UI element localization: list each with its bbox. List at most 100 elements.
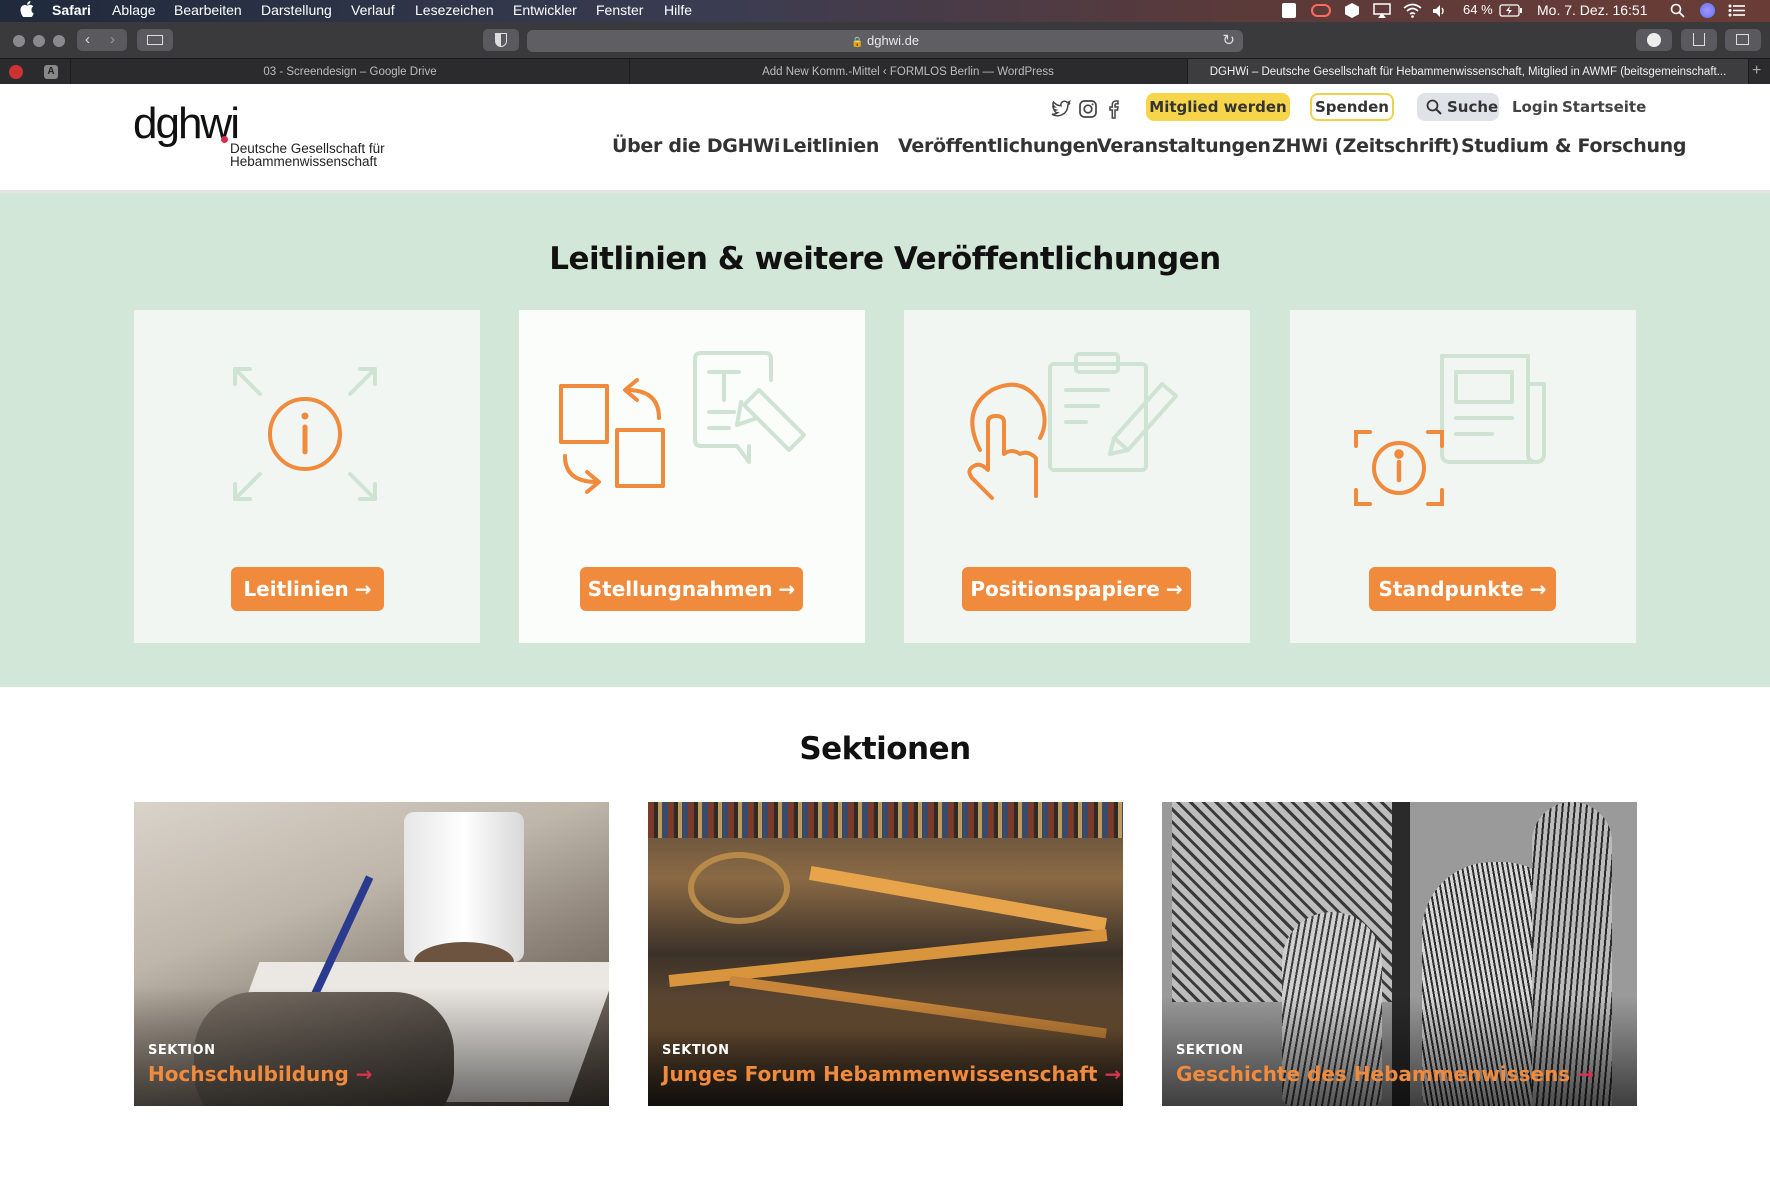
card-standpunkte[interactable]: Standpunkte →	[1290, 310, 1636, 643]
nav-study-research[interactable]: Studium & Forschung	[1461, 135, 1687, 157]
section-kicker: SEKTION	[662, 1043, 730, 1058]
section-title-text: Junges Forum Hebammenwissenschaft	[662, 1062, 1098, 1086]
volume-icon[interactable]	[1432, 4, 1448, 18]
publications-section: Leitlinien & weitere Veröffentlichungen …	[0, 193, 1770, 687]
photo-bookshelves	[648, 802, 1123, 838]
app-status-icon[interactable]	[1282, 3, 1296, 18]
section-title-geschichte: Geschichte des Hebammenwissens →	[1176, 1062, 1594, 1086]
menubar-clock[interactable]: Mo. 7. Dez. 16:51	[1537, 2, 1648, 18]
photo-mug	[404, 812, 524, 962]
shield-icon	[495, 33, 507, 47]
menu-bearbeiten[interactable]: Bearbeiten	[174, 2, 242, 18]
chevron-left-icon[interactable]: ‹	[85, 31, 90, 48]
stellungnahmen-button-label: Stellungnahmen	[587, 577, 773, 601]
nav-publications[interactable]: Veröffentlichungen	[898, 135, 1099, 157]
arrow-right-icon: →	[778, 577, 796, 601]
back-forward-buttons[interactable]: ‹ ›	[77, 29, 127, 51]
browser-tab-bar: A 03 - Screendesign – Google Drive Add N…	[0, 58, 1770, 85]
section-title-text: Hochschulbildung	[148, 1062, 349, 1086]
nav-about[interactable]: Über die DGHWi	[612, 135, 780, 157]
menu-ablage[interactable]: Ablage	[112, 2, 156, 18]
nav-events[interactable]: Veranstaltungen	[1097, 135, 1271, 157]
pinned-tab-icon[interactable]	[9, 65, 23, 79]
airplay-icon[interactable]	[1373, 3, 1391, 18]
tab-overview-button[interactable]	[1725, 29, 1761, 51]
twitter-icon[interactable]	[1051, 100, 1071, 118]
menu-verlauf[interactable]: Verlauf	[351, 2, 395, 18]
info-expand-icon	[233, 367, 377, 501]
member-button[interactable]: Mitglied werden	[1146, 93, 1290, 121]
reload-icon[interactable]: ↻	[1222, 30, 1235, 52]
share-button[interactable]	[1681, 29, 1717, 51]
battery-icon[interactable]	[1499, 4, 1523, 17]
stellungnahmen-button[interactable]: Stellungnahmen →	[580, 567, 803, 611]
downloads-button[interactable]	[1636, 29, 1672, 51]
browser-tab-3-active[interactable]: DGHWi – Deutsche Gesellschaft für Hebamm…	[1188, 59, 1749, 85]
newspaper-info-icon	[1354, 354, 1546, 506]
macos-menubar: Safari Ablage Bearbeiten Darstellung Ver…	[0, 0, 1770, 22]
login-link[interactable]: Login	[1512, 98, 1558, 116]
menu-entwickler[interactable]: Entwickler	[513, 2, 577, 18]
facebook-icon[interactable]	[1107, 99, 1119, 119]
share-icon	[1693, 33, 1705, 46]
arrow-right-icon: →	[355, 1062, 373, 1086]
control-center-icon[interactable]	[1728, 4, 1745, 17]
sidebar-toggle-button[interactable]	[137, 29, 173, 51]
sections-title: Sektionen	[799, 731, 971, 767]
home-link[interactable]: Startseite	[1562, 98, 1646, 116]
menu-lesezeichen[interactable]: Lesezeichen	[415, 2, 494, 18]
wifi-icon[interactable]	[1403, 3, 1422, 18]
donate-button[interactable]: Spenden	[1310, 93, 1394, 121]
positionspapiere-button-label: Positionspapiere	[970, 577, 1160, 601]
standpunkte-button[interactable]: Standpunkte →	[1369, 567, 1556, 611]
lock-icon: 🔒	[850, 37, 864, 48]
section-title-text: Geschichte des Hebammenwissens	[1176, 1062, 1571, 1086]
pinned-tab-a-icon[interactable]: A	[44, 65, 58, 79]
clipboard-touch-icon	[967, 352, 1178, 500]
section-card-hochschulbildung[interactable]: SEKTION Hochschulbildung →	[134, 802, 609, 1106]
site-header: dghwi Deutsche Gesellschaft für Hebammen…	[0, 84, 1770, 193]
address-bar[interactable]: 🔒 dghwi.de ↻	[527, 30, 1243, 52]
siri-icon[interactable]	[1700, 3, 1715, 18]
browser-tab-1[interactable]: 03 - Screendesign – Google Drive	[70, 59, 630, 85]
leitlinien-button[interactable]: Leitlinien →	[231, 567, 384, 611]
new-tab-icon[interactable]: +	[1752, 62, 1761, 80]
section-kicker: SEKTION	[1176, 1043, 1244, 1058]
logo-dot	[221, 136, 228, 143]
nav-leitlinien[interactable]: Leitlinien	[782, 135, 879, 157]
document-exchange-icon	[559, 351, 806, 494]
window-minimize-button[interactable]	[33, 35, 45, 47]
positionspapiere-button[interactable]: Positionspapiere →	[962, 567, 1191, 611]
section-card-geschichte[interactable]: SEKTION Geschichte des Hebammenwissens →	[1162, 802, 1637, 1106]
tabs-icon	[1736, 34, 1749, 45]
nav-journal[interactable]: ZHWi (Zeitschrift)	[1272, 135, 1460, 157]
chevron-right-icon[interactable]: ›	[110, 31, 115, 48]
arrow-right-icon: →	[1104, 1062, 1122, 1086]
window-zoom-button[interactable]	[53, 35, 65, 47]
card-positionspapiere[interactable]: Positionspapiere →	[904, 310, 1250, 643]
window-close-button[interactable]	[13, 35, 25, 47]
arrow-right-icon: →	[1577, 1062, 1594, 1086]
card-leitlinien[interactable]: Leitlinien →	[134, 310, 480, 643]
arrow-right-icon: →	[1529, 577, 1547, 601]
photo-reading-desk	[688, 852, 790, 924]
menu-app-name[interactable]: Safari	[52, 2, 91, 18]
cloud-status-icon[interactable]	[1311, 4, 1331, 17]
browser-toolbar: ‹ › 🔒 dghwi.de ↻	[0, 22, 1770, 58]
menu-fenster[interactable]: Fenster	[596, 2, 643, 18]
search-button[interactable]: Suche	[1417, 93, 1499, 121]
download-icon	[1647, 33, 1661, 47]
browser-tab-2[interactable]: Add New Komm.-Mittel ‹ FORMLOS Berlin — …	[629, 59, 1188, 85]
apple-icon[interactable]	[20, 1, 34, 17]
section-card-junges-forum[interactable]: SEKTION Junges Forum Hebammenwissenschaf…	[648, 802, 1123, 1106]
instagram-icon[interactable]	[1078, 99, 1098, 119]
hex-status-icon[interactable]	[1345, 3, 1359, 18]
menu-darstellung[interactable]: Darstellung	[261, 2, 332, 18]
menu-hilfe[interactable]: Hilfe	[664, 2, 692, 18]
privacy-report-button[interactable]	[483, 29, 519, 51]
spotlight-search-icon[interactable]	[1670, 3, 1685, 18]
arrow-right-icon: →	[1165, 577, 1183, 601]
search-icon	[1426, 99, 1442, 115]
logo-subtitle: Deutsche Gesellschaft für Hebammenwissen…	[230, 142, 385, 169]
card-stellungnahmen[interactable]: Stellungnahmen →	[519, 310, 865, 643]
